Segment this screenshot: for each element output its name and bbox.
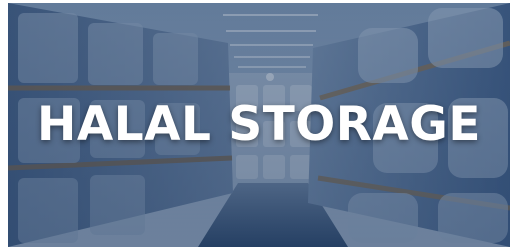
banner-title: HALAL STORAGE (37, 97, 481, 152)
halal-storage-banner: HALAL STORAGE (8, 3, 510, 247)
